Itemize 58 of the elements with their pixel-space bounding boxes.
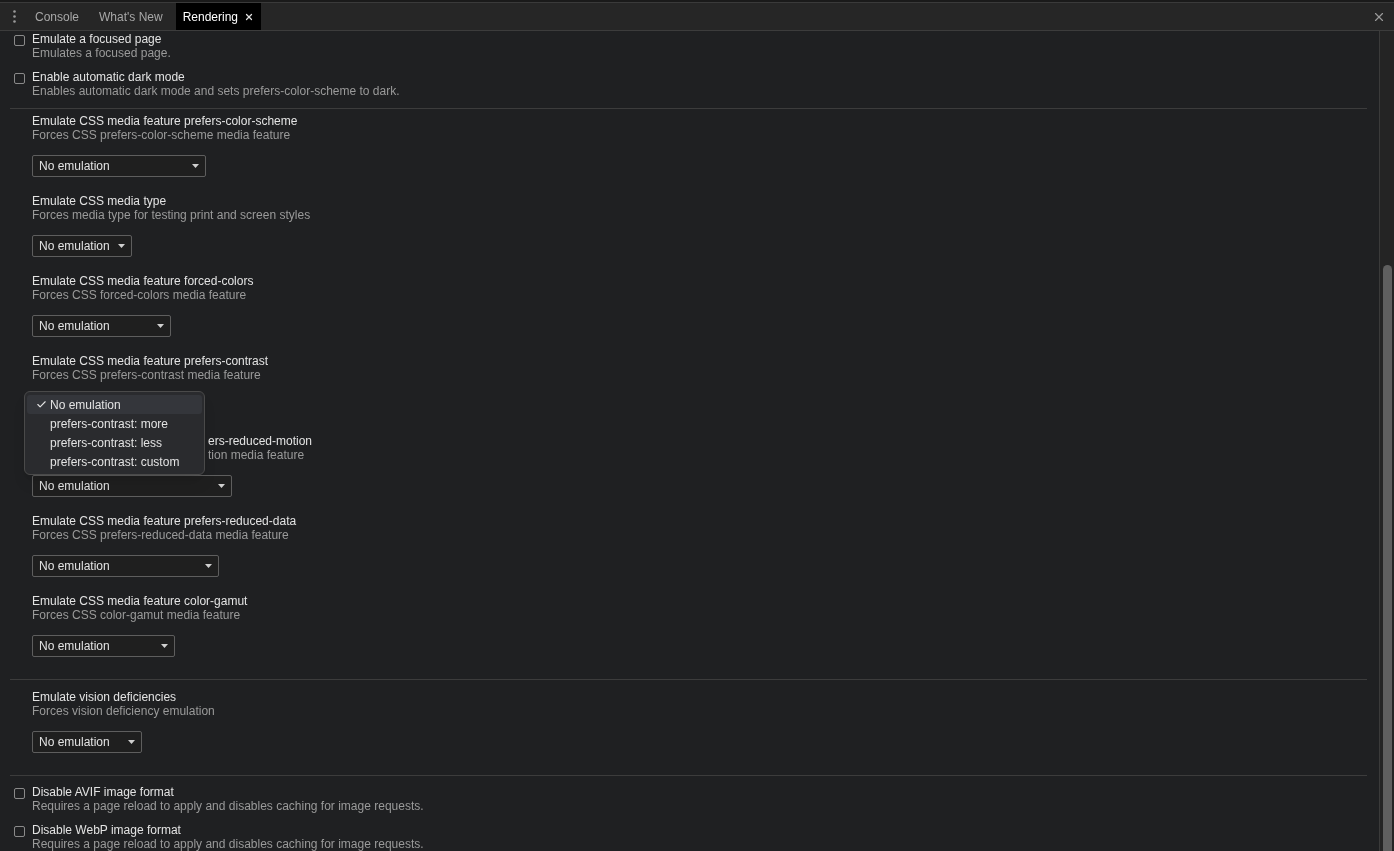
caret-icon	[161, 644, 168, 648]
option-title: Emulate vision deficiencies	[32, 690, 178, 704]
menu-item[interactable]: No emulation	[27, 395, 202, 414]
option-title: Emulate CSS media feature prefers-reduced-data	[32, 514, 298, 528]
option-title: Emulate CSS media feature forced-colors	[32, 274, 255, 288]
menu-item-label: prefers-contrast: custom	[50, 453, 180, 471]
option-title: Disable AVIF image format	[32, 785, 175, 799]
caret-icon	[205, 564, 212, 568]
option-title: Disable WebP image format	[32, 823, 182, 837]
option-description: Forces media type for testing print and screen styles	[32, 208, 312, 222]
option-title: Emulate a focused page	[32, 32, 163, 46]
tab[interactable]: What's New	[92, 3, 170, 30]
dropdown-select[interactable]: No emulation	[32, 635, 175, 657]
scrollbar[interactable]	[1379, 31, 1394, 851]
option-description: Forces CSS color-gamut media feature	[32, 608, 242, 622]
option-title: Emulate CSS media feature prefers-color-scheme	[32, 114, 299, 128]
menu-item-label: prefers-contrast: less	[50, 434, 163, 452]
close-icon[interactable]	[244, 11, 255, 22]
menu-item-label: No emulation	[50, 396, 121, 414]
option-title: Enable automatic dark mode	[32, 70, 186, 84]
scrollbar-thumb[interactable]	[1383, 265, 1392, 851]
option-description: Forces CSS prefers-reduced-data media feature	[32, 528, 290, 542]
dropdown-select[interactable]: No emulation	[32, 555, 219, 577]
option-description: Requires a page reload to apply and disables caching for image requests.	[32, 799, 424, 813]
tab[interactable]: Console	[28, 3, 87, 30]
option-description: tion media feature	[208, 448, 306, 462]
option-description: Forces CSS forced-colors media feature	[32, 288, 248, 302]
option-title: Emulate CSS media feature color-gamut	[32, 594, 249, 608]
menu-item[interactable]: prefers-contrast: custom	[27, 452, 202, 471]
checkbox[interactable]	[14, 73, 25, 84]
option-description: Forces CSS prefers-color-scheme media feature	[32, 128, 292, 142]
more-icon[interactable]	[12, 10, 16, 23]
menu-item[interactable]: prefers-contrast: less	[27, 433, 202, 452]
dropdown-select[interactable]: No emulation	[32, 731, 142, 753]
checkbox[interactable]	[14, 826, 25, 837]
tab[interactable]: Rendering	[175, 3, 262, 30]
menu-item-label: prefers-contrast: more	[50, 415, 169, 433]
caret-icon	[118, 244, 125, 248]
option-description: Requires a page reload to apply and disables caching for image requests.	[32, 837, 424, 851]
option-description: Forces vision deficiency emulation	[32, 704, 216, 718]
checkbox[interactable]	[14, 788, 25, 799]
menu-item[interactable]: prefers-contrast: more	[27, 414, 202, 433]
caret-icon	[128, 740, 135, 744]
caret-icon	[192, 164, 199, 168]
option-title: Emulate CSS media type	[32, 194, 168, 208]
option-title: ers-reduced-motion	[208, 434, 314, 448]
option-description: Forces CSS prefers-contrast media feature	[32, 368, 262, 382]
option-description: Enables automatic dark mode and sets prefers-color-scheme to dark.	[32, 84, 400, 98]
option-description: Emulates a focused page.	[32, 46, 171, 60]
caret-icon	[218, 484, 225, 488]
checkbox[interactable]	[14, 35, 25, 46]
option-title: Emulate CSS media feature prefers-contrast	[32, 354, 270, 368]
dropdown-select[interactable]: No emulation	[32, 155, 206, 177]
caret-icon	[157, 324, 164, 328]
dropdown-select[interactable]: No emulation	[32, 315, 171, 337]
check-icon	[36, 399, 47, 410]
dropdown-select[interactable]: No emulation	[32, 475, 232, 497]
dropdown-select[interactable]: No emulation	[32, 235, 132, 257]
